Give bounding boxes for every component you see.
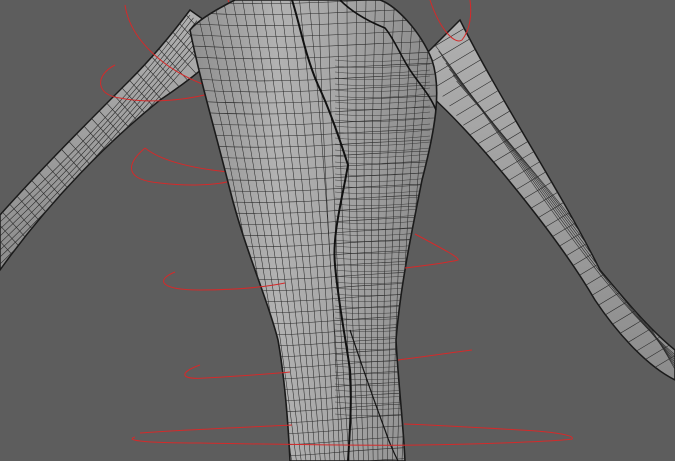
viewport-canvas[interactable] xyxy=(0,0,675,461)
torso-mesh[interactable] xyxy=(160,0,470,461)
right-arm-mesh[interactable] xyxy=(415,18,675,381)
chest-ring-control[interactable] xyxy=(131,147,236,186)
3d-viewport[interactable] xyxy=(0,0,675,461)
